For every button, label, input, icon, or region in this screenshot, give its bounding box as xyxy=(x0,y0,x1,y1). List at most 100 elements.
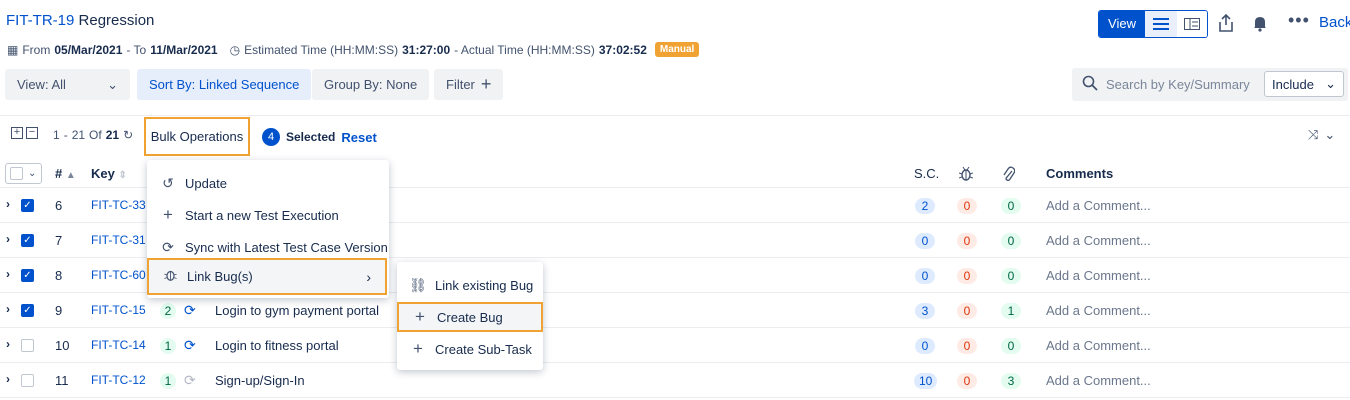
collapse-all-icon[interactable]: − xyxy=(26,127,38,139)
test-case-key[interactable]: FIT-TC-31 xyxy=(91,233,146,247)
sync-icon[interactable]: ⟳ xyxy=(184,372,196,389)
test-case-summary[interactable]: Login to gym payment portal xyxy=(215,303,379,318)
filter-button[interactable]: Filter + xyxy=(434,69,504,100)
sync-icon[interactable]: ⟳ xyxy=(184,337,196,354)
bulk-operations-button[interactable]: Bulk Operations xyxy=(144,117,250,156)
add-comment-link[interactable]: Add a Comment... xyxy=(1046,233,1151,248)
menu-item-start-test-execution[interactable]: + Start a new Test Execution xyxy=(147,199,389,231)
view-button[interactable]: View xyxy=(1099,11,1145,37)
row-checkbox[interactable]: ✓ xyxy=(21,269,34,282)
select-all-checkbox[interactable] xyxy=(10,167,23,180)
test-case-key[interactable]: FIT-TC-12 xyxy=(91,373,146,387)
add-comment-link[interactable]: Add a Comment... xyxy=(1046,268,1151,283)
search-box[interactable]: Search by Key/Summary Include ⌄ xyxy=(1072,68,1348,101)
selected-count-badge: 4 xyxy=(262,128,280,146)
expand-row-icon[interactable]: › xyxy=(6,337,10,351)
expand-row-icon[interactable]: › xyxy=(6,372,10,386)
test-case-summary[interactable]: Sign-up/Sign-In xyxy=(215,373,305,388)
add-comment-link[interactable]: Add a Comment... xyxy=(1046,373,1151,388)
test-run-key[interactable]: FIT-TR-19 xyxy=(6,12,74,29)
bug-icon xyxy=(161,268,179,285)
bug-count-cell: 0 xyxy=(957,373,977,389)
row-checkbox[interactable]: ✓ xyxy=(21,199,34,212)
expand-row-icon[interactable]: › xyxy=(6,232,10,246)
more-options-icon[interactable]: ••• xyxy=(1288,10,1310,31)
test-case-summary[interactable]: Login to fitness portal xyxy=(215,338,339,353)
menu-item-link-bugs[interactable]: Link Bug(s) › xyxy=(147,258,387,295)
plus-icon: + xyxy=(163,205,173,224)
view-filter-dropdown[interactable]: View: All ⌄ xyxy=(5,69,130,100)
row-checkbox[interactable]: ✓ xyxy=(21,304,34,317)
group-by-button[interactable]: Group By: None xyxy=(312,69,430,100)
test-case-key[interactable]: FIT-TC-33 xyxy=(91,198,146,212)
add-comment-link[interactable]: Add a Comment... xyxy=(1046,338,1151,353)
sort-by-button[interactable]: Sort By: Linked Sequence xyxy=(137,69,312,100)
from-date: 05/Mar/2021 xyxy=(54,42,123,57)
shuffle-icon: ⤨ xyxy=(1308,127,1319,142)
test-case-key[interactable]: FIT-TC-15 xyxy=(91,303,146,317)
plus-icon: + xyxy=(415,307,425,326)
plus-icon: + xyxy=(480,74,492,94)
sync-icon: ⟳ xyxy=(162,238,174,255)
bug-count: 0 xyxy=(957,373,977,389)
expand-row-icon[interactable]: › xyxy=(6,267,10,281)
include-dropdown[interactable]: Include ⌄ xyxy=(1264,71,1344,97)
bug-count: 0 xyxy=(957,338,977,354)
test-case-key[interactable]: FIT-TC-60 xyxy=(91,268,146,282)
row-number: 9 xyxy=(55,303,63,318)
sc-count: 0 xyxy=(915,268,935,284)
back-link[interactable]: Back xyxy=(1319,14,1350,31)
expand-row-icon[interactable]: › xyxy=(6,302,10,316)
menu-item-create-bug[interactable]: + Create Bug xyxy=(397,302,543,332)
menu-item-create-sub-task[interactable]: + Create Sub-Task xyxy=(397,333,543,365)
detail-view-icon[interactable] xyxy=(1177,11,1207,37)
list-view-icon[interactable] xyxy=(1145,11,1177,37)
bug-count: 0 xyxy=(957,198,977,214)
row-number: 8 xyxy=(55,268,63,283)
test-case-key[interactable]: FIT-TC-14 xyxy=(91,338,146,352)
type-badge: Manual xyxy=(654,42,700,57)
chevron-down-icon: ⌄ xyxy=(28,168,37,179)
menu-item-update[interactable]: ↺ Update xyxy=(147,167,389,199)
select-all-dropdown[interactable]: ⌄ xyxy=(5,163,42,184)
column-header-comments[interactable]: Comments xyxy=(1046,166,1113,181)
attachment-count: 3 xyxy=(1001,373,1021,389)
expand-collapse-controls: + − xyxy=(11,127,38,139)
attachment-count-cell: 0 xyxy=(1001,268,1021,284)
column-header-sc[interactable]: S.C. xyxy=(914,166,939,181)
sync-icon[interactable]: ⟳ xyxy=(184,302,196,319)
version-badge: 1 xyxy=(160,338,176,354)
link-bugs-submenu: ⛓ Link existing Bug + Create Bug + Creat… xyxy=(397,262,543,370)
row-checkbox[interactable] xyxy=(21,339,34,352)
sc-count-cell: 10 xyxy=(914,373,938,389)
menu-item-link-existing-bug[interactable]: ⛓ Link existing Bug xyxy=(397,269,543,301)
clock-icon: ◷ xyxy=(229,42,241,57)
bug-count-cell: 0 xyxy=(957,233,977,249)
row-divider xyxy=(0,362,1350,363)
sc-count-cell: 2 xyxy=(915,198,935,214)
sc-count-cell: 3 xyxy=(915,303,935,319)
share-icon[interactable] xyxy=(1219,13,1233,37)
row-divider xyxy=(0,397,1350,398)
bug-count-cell: 0 xyxy=(957,338,977,354)
row-checkbox[interactable] xyxy=(21,374,34,387)
column-header-number[interactable]: # ▲ xyxy=(55,166,76,181)
column-header-key[interactable]: Key ⇕ xyxy=(91,166,127,181)
search-input[interactable]: Search by Key/Summary xyxy=(1106,77,1250,92)
selection-info: 4 Selected Reset xyxy=(262,128,377,146)
bulk-operations-menu: ↺ Update + Start a new Test Execution ⟳ … xyxy=(147,160,389,298)
add-comment-link[interactable]: Add a Comment... xyxy=(1046,303,1151,318)
reset-link[interactable]: Reset xyxy=(341,130,376,145)
refresh-icon[interactable]: ↻ xyxy=(123,128,133,142)
search-icon xyxy=(1082,75,1098,94)
sc-count: 10 xyxy=(914,373,938,389)
attachment-count-cell: 0 xyxy=(1001,338,1021,354)
row-checkbox[interactable]: ✓ xyxy=(21,234,34,247)
expand-row-icon[interactable]: › xyxy=(6,197,10,211)
chevron-down-icon: ⌄ xyxy=(1325,76,1336,91)
add-comment-link[interactable]: Add a Comment... xyxy=(1046,198,1151,213)
bug-column-icon xyxy=(958,166,974,185)
shuffle-menu[interactable]: ⤨ ⌄ xyxy=(1308,127,1335,143)
expand-all-icon[interactable]: + xyxy=(11,127,23,139)
notification-bell-icon[interactable] xyxy=(1253,14,1267,37)
